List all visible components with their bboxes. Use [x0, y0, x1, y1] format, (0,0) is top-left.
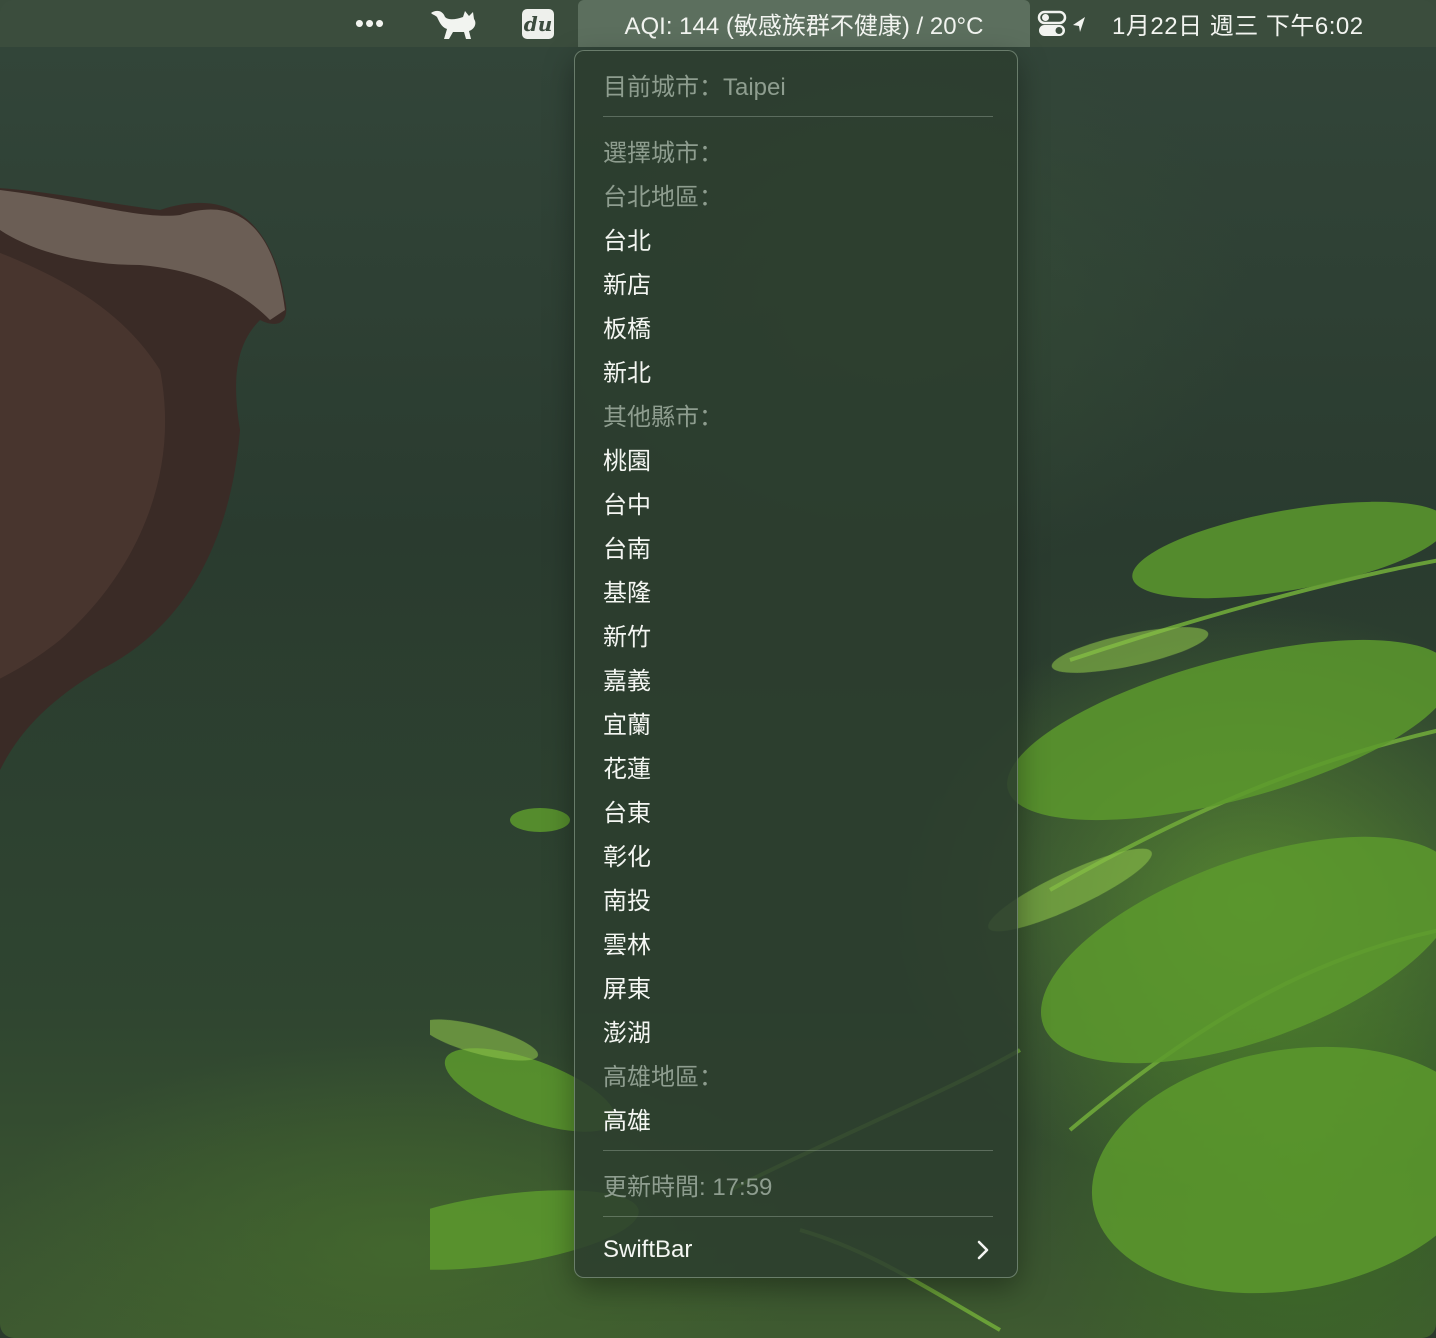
- city-item-penghu[interactable]: 澎湖: [603, 1008, 993, 1052]
- control-center-icon[interactable]: [1034, 0, 1094, 47]
- other-cities-header: 其他縣市：: [603, 403, 723, 431]
- aqi-title: AQI: 144 (敏感族群不健康) / 20°C: [624, 13, 984, 40]
- kaohsiung-area-header: 高雄地區：: [603, 1063, 723, 1091]
- menu-separator: [603, 1150, 993, 1151]
- city-item-taitung[interactable]: 台東: [603, 788, 993, 832]
- aqi-status-menu[interactable]: AQI: 144 (敏感族群不健康) / 20°C: [578, 0, 1030, 47]
- du-label: du: [522, 8, 554, 39]
- city-item-yilan[interactable]: 宜蘭: [603, 700, 993, 744]
- city-item-banqiao[interactable]: 板橋: [603, 304, 993, 348]
- menu-bar: ••• du AQI: 144 (敏感族群不健康) / 20°C 1月22日 週…: [0, 0, 1436, 47]
- city-item-tainan[interactable]: 台南: [603, 524, 993, 568]
- menu-separator: [603, 116, 993, 117]
- city-item-keelung[interactable]: 基隆: [603, 568, 993, 612]
- city-item-chiayi[interactable]: 嘉義: [603, 656, 993, 700]
- select-city-header: 選擇城市：: [603, 139, 723, 167]
- city-item-pingtung[interactable]: 屏東: [603, 964, 993, 1008]
- city-item-taipei[interactable]: 台北: [603, 216, 993, 260]
- city-item-taichung[interactable]: 台中: [603, 480, 993, 524]
- city-item-nantou[interactable]: 南投: [603, 876, 993, 920]
- disk-usage-app-icon[interactable]: du: [520, 0, 556, 47]
- swiftbar-submenu-item[interactable]: SwiftBar: [603, 1228, 993, 1272]
- date-time-text: 1月22日 週三 下午6:02: [1112, 13, 1364, 40]
- taipei-area-header: 台北地區：: [603, 183, 723, 211]
- city-item-xindian[interactable]: 新店: [603, 260, 993, 304]
- cat-icon[interactable]: [426, 0, 482, 47]
- city-item-hualien[interactable]: 花蓮: [603, 744, 993, 788]
- more-dots: •••: [354, 8, 386, 38]
- toggle-and-location-icon: [1037, 10, 1085, 36]
- city-item-hsinchu[interactable]: 新竹: [603, 612, 993, 656]
- dog-ear-photo: [0, 188, 287, 770]
- menubar-clock[interactable]: 1月22日 週三 下午6:02: [1112, 0, 1412, 47]
- city-item-changhua[interactable]: 彰化: [603, 832, 993, 876]
- current-city-label: 目前城市：Taipei: [603, 73, 786, 101]
- menu-separator: [603, 1216, 993, 1217]
- swiftbar-label: SwiftBar: [603, 1236, 693, 1263]
- city-item-kaohsiung[interactable]: 高雄: [603, 1096, 993, 1140]
- update-time-label: 更新時間: 17:59: [603, 1173, 773, 1201]
- city-item-taoyuan[interactable]: 桃園: [603, 436, 993, 480]
- more-items-icon[interactable]: •••: [350, 0, 390, 47]
- city-item-new-taipei[interactable]: 新北: [603, 348, 993, 392]
- chevron-right-icon: [977, 1240, 989, 1260]
- aqi-dropdown-menu: 目前城市：Taipei 選擇城市： 台北地區： 台北 新店 板橋 新北 其他縣市…: [574, 50, 1018, 1278]
- cat-glyph-icon: [431, 10, 476, 39]
- city-item-yunlin[interactable]: 雲林: [603, 920, 993, 964]
